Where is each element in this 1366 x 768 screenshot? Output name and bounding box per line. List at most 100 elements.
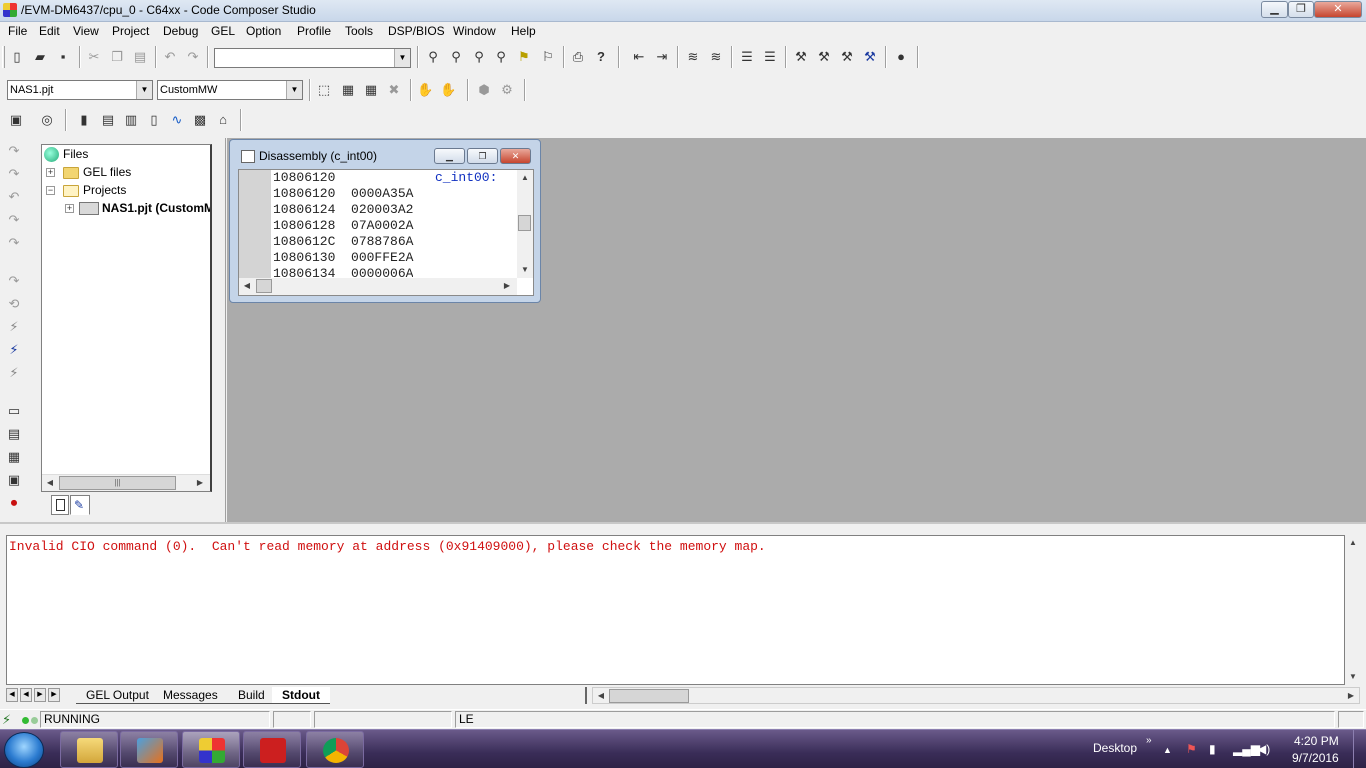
scroll-down-icon[interactable]: ▼ xyxy=(517,262,533,278)
record-icon[interactable]: ⏺ xyxy=(6,495,22,511)
undo-icon[interactable]: ↶ xyxy=(162,49,178,65)
start-button[interactable] xyxy=(4,732,44,768)
child-minimize-button[interactable]: ▁ xyxy=(434,148,465,164)
device-icon[interactable]: ▮ xyxy=(1209,742,1216,756)
tab-next-icon[interactable]: ▶ xyxy=(34,688,46,702)
chevron-down-icon[interactable]: ▼ xyxy=(286,81,302,99)
output-text[interactable]: Invalid CIO command (0). Can't read memo… xyxy=(6,535,1345,685)
find-next-icon[interactable]: ⚲ xyxy=(448,49,464,65)
menu-window[interactable]: Window xyxy=(453,24,496,38)
network-icon[interactable]: ▂▄▆ xyxy=(1233,742,1260,756)
scroll-left-icon[interactable]: ◀ xyxy=(239,278,255,294)
step-into-icon[interactable]: ↷ xyxy=(6,143,22,159)
scroll-up-icon[interactable]: ▲ xyxy=(1345,535,1361,551)
disassembly-line[interactable]: 10806120 0000A35A xyxy=(273,186,413,202)
taskbar-acrobat[interactable] xyxy=(243,731,301,768)
find-combo[interactable]: ▼ xyxy=(214,48,411,68)
step-over-icon[interactable]: ↷ xyxy=(6,166,22,182)
tab-messages[interactable]: Messages xyxy=(153,687,228,704)
scroll-thumb[interactable] xyxy=(609,689,689,703)
menu-tools[interactable]: Tools xyxy=(345,24,373,38)
tab-splitter[interactable] xyxy=(585,687,587,704)
menu-gel[interactable]: GEL xyxy=(211,24,235,38)
redo-icon[interactable]: ↷ xyxy=(185,49,201,65)
new-file-icon[interactable]: ▯ xyxy=(9,49,25,65)
disassembly-listing[interactable]: 10806120 c_int00: 10806120 0000A35A 1080… xyxy=(238,169,534,296)
probe-point-icon[interactable]: ☰ xyxy=(739,49,755,65)
scroll-thumb[interactable]: ||| xyxy=(59,476,176,490)
restore-button[interactable]: ❐ xyxy=(1288,1,1314,18)
scroll-down-icon[interactable]: ▼ xyxy=(1345,669,1361,685)
profile-clear-icon[interactable]: ⚒ xyxy=(839,49,855,65)
clock-date[interactable]: 9/7/2016 xyxy=(1292,751,1339,765)
profile-point-icon[interactable]: ⚒ xyxy=(793,49,809,65)
asm-step-over-icon[interactable]: ⟲ xyxy=(6,296,22,312)
call-stack-icon[interactable]: ▣ xyxy=(6,472,22,488)
outdent-icon[interactable]: ⇤ xyxy=(631,49,647,65)
action-center-icon[interactable]: ⚑ xyxy=(1186,742,1197,756)
tab-prev-icon[interactable]: ◀ xyxy=(20,688,32,702)
bookmark-next-icon[interactable]: ⚐ xyxy=(540,49,556,65)
rebuild-icon[interactable]: ▦ xyxy=(363,82,379,98)
menu-option[interactable]: Option xyxy=(246,24,281,38)
expand-icon[interactable]: + xyxy=(65,204,74,213)
scroll-left-icon[interactable]: ◀ xyxy=(593,688,609,704)
animate-icon[interactable]: ⚡ xyxy=(6,365,22,381)
halt-icon[interactable]: ✋ xyxy=(440,82,456,98)
document-icon[interactable]: ▯ xyxy=(146,112,162,128)
disassembly-line[interactable]: 1080612C 0788786A xyxy=(273,234,413,250)
watch-window-icon[interactable]: ◎ xyxy=(39,112,55,128)
find-in-files-icon[interactable]: ⚲ xyxy=(493,49,509,65)
breakpoint-gutter[interactable] xyxy=(239,170,271,278)
halt-running-icon[interactable]: ⚡ xyxy=(6,342,22,358)
indent-icon[interactable]: ⇥ xyxy=(654,49,670,65)
menu-project[interactable]: Project xyxy=(112,24,149,38)
disassembly-view-icon[interactable]: ▦ xyxy=(6,449,22,465)
save-icon[interactable]: ▪ xyxy=(55,49,71,65)
desktop-toolbar-label[interactable]: Desktop xyxy=(1093,741,1137,755)
stop-build-icon[interactable]: ✖ xyxy=(386,82,402,98)
file-view-tab[interactable] xyxy=(51,495,69,515)
print-icon[interactable]: ⎙ xyxy=(570,49,586,65)
chevron-down-icon[interactable]: ▼ xyxy=(394,49,410,67)
disassembly-line[interactable]: 10806130 000FFE2A xyxy=(273,250,413,266)
menu-profile[interactable]: Profile xyxy=(297,24,331,38)
breakpoint-remove-icon[interactable]: ≋ xyxy=(708,49,724,65)
clipboard-icon[interactable]: ▮ xyxy=(76,112,92,128)
menu-dspbios[interactable]: DSP/BIOS xyxy=(388,24,445,38)
find-prev-icon[interactable]: ⚲ xyxy=(471,49,487,65)
disassembly-line[interactable]: 10806134 0000006A xyxy=(273,266,413,278)
run-icon[interactable]: ⚡ xyxy=(6,319,22,335)
disassembly-line[interactable]: 10806120 xyxy=(273,170,335,186)
toolbar-chevron-icon[interactable]: » xyxy=(1146,734,1152,748)
gel-run-icon[interactable]: ● xyxy=(893,49,909,65)
show-desktop-button[interactable] xyxy=(1353,730,1366,768)
compile-icon[interactable]: ⬚ xyxy=(316,82,332,98)
hand-icon[interactable]: ✋ xyxy=(417,82,433,98)
scroll-left-icon[interactable]: ◀ xyxy=(42,475,58,491)
taskbar-matlab[interactable] xyxy=(120,731,178,768)
copy-icon[interactable]: ❐ xyxy=(109,49,125,65)
show-hidden-icons-icon[interactable]: ▲ xyxy=(1163,743,1172,757)
tab-first-icon[interactable]: ◀ xyxy=(6,688,18,702)
profile-remove-icon[interactable]: ⚒ xyxy=(816,49,832,65)
scroll-right-icon[interactable]: ▶ xyxy=(499,278,515,294)
profile-run-icon[interactable]: ⚒ xyxy=(862,49,878,65)
stop-icon[interactable]: ⬢ xyxy=(476,82,492,98)
help-icon[interactable]: ? xyxy=(593,49,609,65)
memory-window-icon[interactable]: ▤ xyxy=(6,426,22,442)
disassembly-line[interactable]: 10806128 07A0002A xyxy=(273,218,413,234)
menu-file[interactable]: File xyxy=(8,24,27,38)
bookmark-icon[interactable]: ⚑ xyxy=(516,49,532,65)
tab-gel-output[interactable]: GEL Output xyxy=(76,687,159,704)
cut-icon[interactable]: ✂ xyxy=(86,49,102,65)
asm-step-icon[interactable]: ↷ xyxy=(6,273,22,289)
output-vertical-scrollbar[interactable]: ▲ ▼ xyxy=(1345,535,1361,685)
disassembly-horizontal-scrollbar[interactable]: ◀ ▶ xyxy=(239,278,517,295)
scroll-thumb[interactable] xyxy=(256,279,272,293)
minimize-button[interactable]: ▁ xyxy=(1261,1,1288,18)
graph-icon[interactable]: ∿ xyxy=(169,112,185,128)
build-icon[interactable]: ▦ xyxy=(340,82,356,98)
disassembly-vertical-scrollbar[interactable]: ▲ ▼ xyxy=(517,170,533,278)
menu-debug[interactable]: Debug xyxy=(163,24,198,38)
